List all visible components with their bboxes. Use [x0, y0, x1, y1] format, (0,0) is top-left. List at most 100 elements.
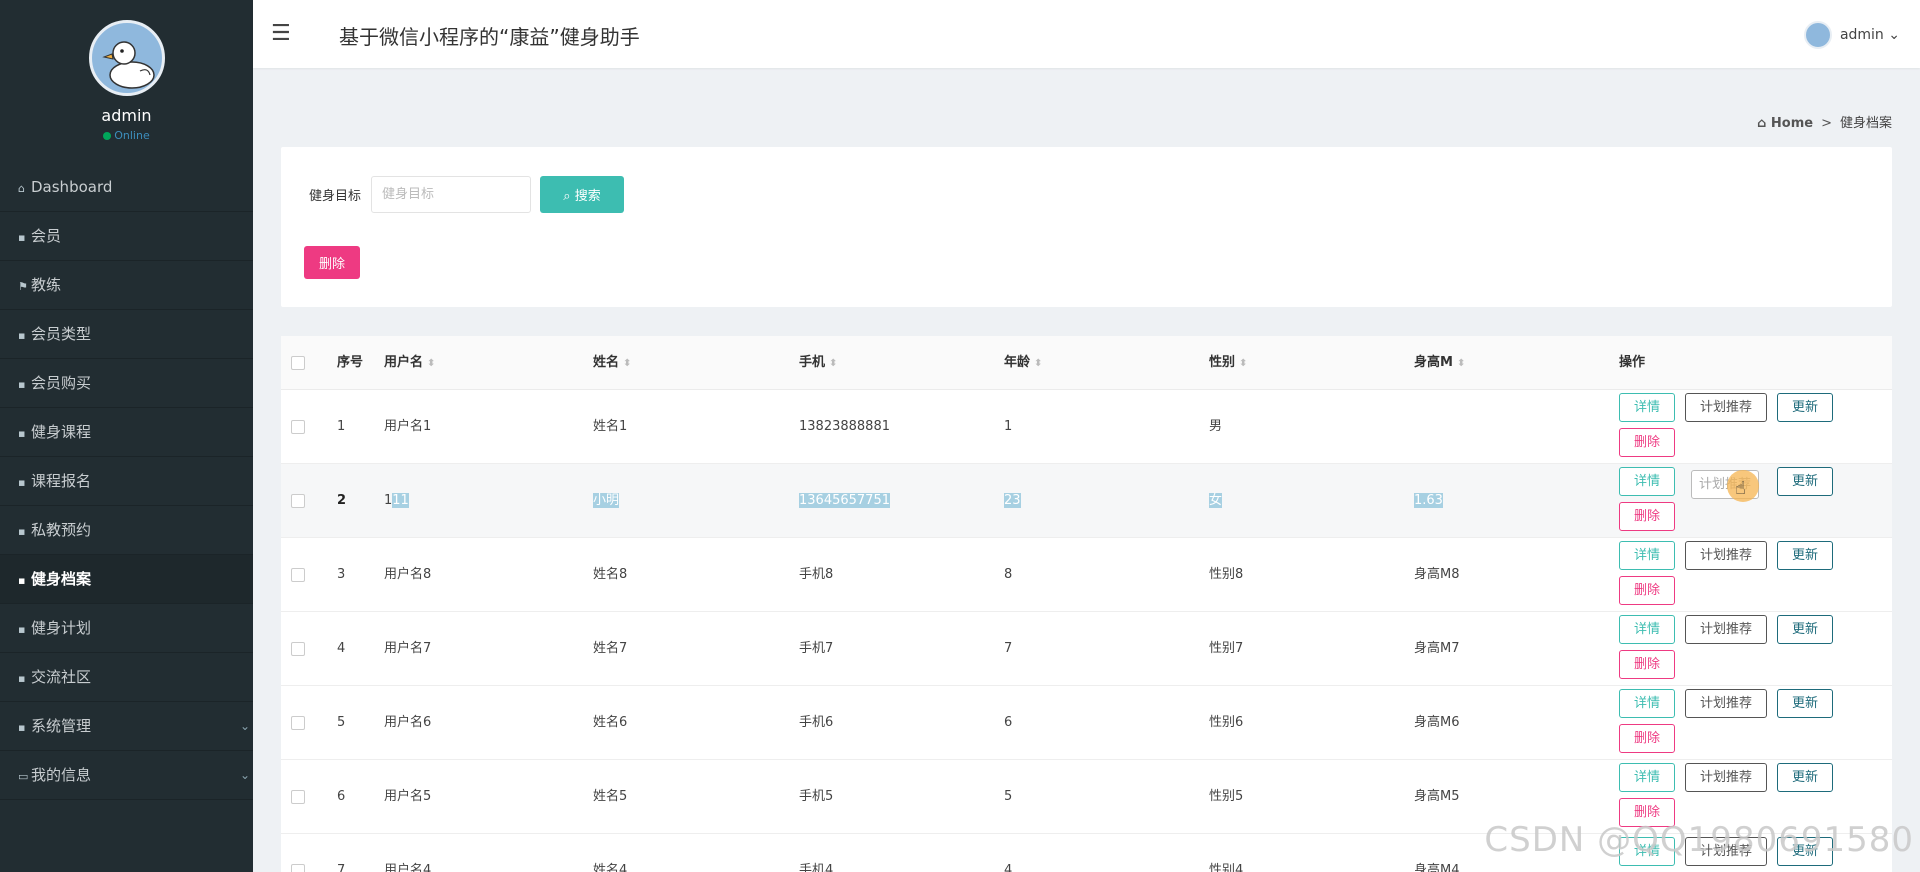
- update-button[interactable]: 更新: [1777, 615, 1833, 644]
- row-checkbox[interactable]: [291, 716, 305, 730]
- column-header-age[interactable]: 年龄 ⬍: [1004, 336, 1042, 390]
- row-checkbox[interactable]: [291, 864, 305, 872]
- flag-icon: ⚑: [18, 280, 28, 293]
- search-input[interactable]: [371, 176, 531, 213]
- cell-height: 身高M7: [1414, 641, 1460, 656]
- cell-username: 用户名4: [384, 834, 431, 872]
- row-checkbox[interactable]: [291, 420, 305, 434]
- thumbs-up-icon: ▪: [18, 525, 26, 538]
- column-header-name[interactable]: 姓名 ⬍: [593, 336, 631, 390]
- cell-age: 7: [1004, 641, 1013, 656]
- delete-button[interactable]: 删除: [1619, 428, 1675, 457]
- detail-button[interactable]: 详情: [1619, 763, 1675, 792]
- sidebar-item-6[interactable]: ▪ 课程报名: [0, 457, 253, 506]
- cell-phone: 13645657751: [799, 464, 890, 538]
- plan-recommend-button[interactable]: 计划推荐: [1685, 763, 1767, 792]
- table-row[interactable]: 3 用户名8 姓名8 手机8 8 性别8 身高M8 详情 计划推荐 更新 删除: [281, 538, 1892, 612]
- plan-recommend-button[interactable]: 计划推荐: [1685, 615, 1767, 644]
- cell-index: 1: [337, 419, 346, 434]
- column-header-actions: 操作: [1619, 355, 1646, 370]
- sidebar-item-11[interactable]: ▪ 系统管理 ⌄: [0, 702, 253, 751]
- plan-recommend-button[interactable]: 计划推荐: [1685, 393, 1767, 422]
- column-header-username[interactable]: 用户名 ⬍: [384, 336, 435, 390]
- user-icon: ▪: [18, 721, 26, 734]
- detail-button[interactable]: 详情: [1619, 467, 1675, 496]
- column-header-height[interactable]: 身高M ⬍: [1414, 336, 1465, 390]
- cell-username: 用户名1: [384, 390, 431, 464]
- breadcrumb-home[interactable]: ⌂ Home: [1757, 116, 1813, 131]
- cell-gender: 性别5: [1209, 789, 1244, 804]
- avatar[interactable]: [88, 20, 165, 96]
- sidebar-item-2[interactable]: ⚑ 教练: [0, 261, 253, 310]
- table-row[interactable]: 2 111 小明 13645657751 23 女 1.63 详情 计划推荐 更新 删除 ☝: [281, 464, 1892, 538]
- sidebar-item-1[interactable]: ▪ 会员: [0, 212, 253, 261]
- sidebar-item-10[interactable]: ▪ 交流社区: [0, 653, 253, 702]
- delete-button[interactable]: 删除: [1619, 502, 1675, 531]
- update-button[interactable]: 更新: [1777, 393, 1833, 422]
- username-text: 用户名1: [384, 419, 432, 434]
- sidebar-item-7[interactable]: ▪ 私教预约: [0, 506, 253, 555]
- sidebar-item-5[interactable]: ▪ 健身课程: [0, 408, 253, 457]
- table-row[interactable]: 5 用户名6 姓名6 手机6 6 性别6 身高M6 详情 计划推荐 更新 删除: [281, 686, 1892, 760]
- column-header-gender[interactable]: 性别 ⬍: [1209, 336, 1247, 390]
- detail-button[interactable]: 详情: [1619, 541, 1675, 570]
- sidebar-item-9[interactable]: ▪ 健身计划: [0, 604, 253, 653]
- row-checkbox[interactable]: [291, 790, 305, 804]
- delete-button[interactable]: 删除: [1619, 650, 1675, 679]
- menu-toggle-icon[interactable]: ☰: [271, 20, 291, 48]
- cell-height: 身高M4: [1414, 863, 1460, 872]
- selected-text: 23: [1004, 493, 1021, 508]
- sidebar-item-label: 健身计划: [31, 619, 92, 637]
- table-row[interactable]: 4 用户名7 姓名7 手机7 7 性别7 身高M7 详情 计划推荐 更新 删除: [281, 612, 1892, 686]
- user-menu[interactable]: admin ⌄: [1803, 20, 1900, 50]
- update-button[interactable]: 更新: [1777, 541, 1833, 570]
- sidebar-item-label: 会员购买: [31, 374, 92, 392]
- row-checkbox[interactable]: [291, 494, 305, 508]
- sidebar-item-label: 会员: [31, 227, 62, 245]
- sidebar-item-label: 健身课程: [31, 423, 92, 441]
- home-icon: ⌂: [1757, 116, 1767, 131]
- sidebar-item-4[interactable]: ▪ 会员购买: [0, 359, 253, 408]
- update-button[interactable]: 更新: [1777, 467, 1833, 496]
- detail-button[interactable]: 详情: [1619, 615, 1675, 644]
- sort-icon: ⬍: [427, 358, 436, 369]
- sidebar-item-12[interactable]: ▭ 我的信息 ⌄: [0, 751, 253, 800]
- table-row[interactable]: 1 用户名1 姓名1 13823888881 1 男 详情 计划推荐 更新 删除: [281, 390, 1892, 464]
- column-header-phone[interactable]: 手机 ⬍: [799, 336, 837, 390]
- home-icon: ⌂: [18, 182, 25, 195]
- update-button[interactable]: 更新: [1777, 689, 1833, 718]
- sidebar-item-3[interactable]: ▪ 会员类型: [0, 310, 253, 359]
- cell-phone: 手机8: [799, 567, 834, 582]
- plan-recommend-button[interactable]: 计划推荐: [1685, 689, 1767, 718]
- column-header-index: 序号: [337, 355, 364, 370]
- cell-index: 2: [337, 493, 347, 508]
- detail-button[interactable]: 详情: [1619, 393, 1675, 422]
- delete-button[interactable]: 删除: [1619, 724, 1675, 753]
- row-checkbox[interactable]: [291, 568, 305, 582]
- sidebar-item-label: 会员类型: [31, 325, 92, 343]
- sidebar-item-label: 私教预约: [31, 521, 92, 539]
- bulk-delete-button[interactable]: 删除: [304, 246, 360, 279]
- file-icon: ▪: [18, 476, 26, 489]
- update-button[interactable]: 更新: [1777, 763, 1833, 792]
- plan-recommend-button[interactable]: 计划推荐: [1685, 541, 1767, 570]
- selected-text: 11: [392, 493, 409, 508]
- search-label: 健身目标: [309, 189, 362, 204]
- sidebar-item-8[interactable]: ▪ 健身档案: [0, 555, 253, 604]
- status-text: Online: [114, 129, 150, 142]
- row-checkbox[interactable]: [291, 642, 305, 656]
- delete-button[interactable]: 删除: [1619, 576, 1675, 605]
- clipboard-icon: ▪: [18, 378, 26, 391]
- select-all-checkbox[interactable]: [291, 356, 305, 370]
- sidebar-profile: admin Online: [0, 0, 253, 163]
- search-button[interactable]: ⌕ 搜索: [540, 176, 624, 213]
- cell-index: 5: [337, 715, 346, 730]
- detail-button[interactable]: 详情: [1619, 689, 1675, 718]
- cell-index: 4: [337, 641, 346, 656]
- sidebar-item-label: 我的信息: [31, 766, 92, 784]
- sidebar-item-0[interactable]: ⌂ Dashboard: [0, 163, 253, 212]
- cell-name: 姓名5: [593, 789, 628, 804]
- user-avatar-icon: [1803, 21, 1832, 49]
- cell-age: 6: [1004, 715, 1013, 730]
- username-text: 用户名6: [384, 715, 432, 730]
